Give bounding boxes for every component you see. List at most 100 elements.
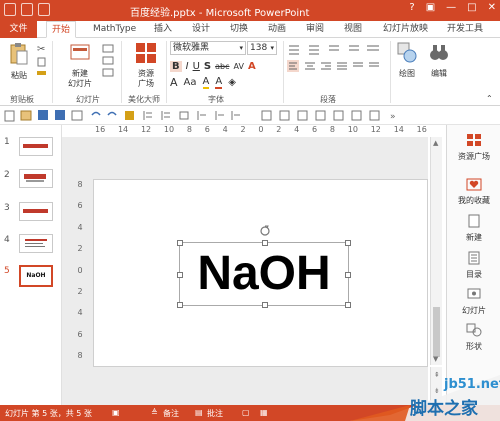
slide-thumbnail-5[interactable]: NaOH [19, 265, 53, 287]
tab-review[interactable]: 审阅 [306, 21, 324, 38]
rp-favorites[interactable]: 我的收藏 [447, 177, 500, 206]
help-button[interactable]: ? [409, 2, 414, 13]
slide-number: 5 [4, 266, 10, 276]
rotate-handle-icon[interactable] [259, 225, 271, 237]
group-font-label: 字体 [208, 95, 224, 104]
underline-button[interactable]: U [193, 61, 200, 72]
app-icon[interactable] [4, 3, 16, 16]
clipboard-tools-icon[interactable]: ✂ [36, 42, 48, 82]
slide-canvas[interactable]: NaOH [93, 179, 428, 367]
resize-handle[interactable] [177, 240, 183, 246]
vertical-scrollbar[interactable]: ▲ ▼ [430, 137, 442, 365]
normal-view-icon[interactable]: ▢ [242, 408, 250, 417]
separator [390, 41, 391, 103]
ruler-tick: 8 [77, 180, 83, 189]
slide-thumbnail-2[interactable] [19, 169, 53, 188]
svg-text:✂: ✂ [37, 44, 45, 55]
rp-label: 幻灯片 [462, 306, 486, 315]
editing-button[interactable]: 编辑 [426, 42, 452, 79]
spellcheck-icon[interactable]: ▣ [112, 408, 120, 417]
toolbar-icons[interactable] [4, 109, 244, 122]
tab-transitions[interactable]: 切换 [230, 21, 248, 38]
minimize-button[interactable]: — [446, 2, 456, 13]
scroll-up-icon[interactable]: ▲ [433, 139, 438, 147]
text-box[interactable]: NaOH [177, 225, 351, 308]
ruler-tick: 14 [117, 125, 129, 134]
slide-sorter-icon[interactable]: ▦ [260, 408, 268, 417]
ruler-tick: 0 [77, 265, 83, 275]
ruler-tick: 16 [416, 125, 427, 134]
comments-button[interactable]: 批注 [207, 408, 223, 419]
ribbon-tabs: 文件 开始 MathType 插入 设计 切换 动画 审阅 视图 幻灯片放映 开… [0, 21, 500, 38]
group-beautify-label: 美化大师 [128, 95, 160, 104]
slide-thumbnail-3[interactable] [19, 202, 53, 221]
save-icon[interactable] [21, 3, 33, 16]
tab-file[interactable]: 文件 [0, 21, 37, 38]
ruler-tick: 6 [204, 125, 210, 134]
slide-layout-icon[interactable] [102, 44, 114, 80]
resize-handle[interactable] [262, 240, 268, 246]
resize-handle[interactable] [345, 240, 351, 246]
resource-grid-icon [467, 134, 481, 146]
ruler-tick: 4 [77, 222, 83, 232]
tab-mathtype[interactable]: MathType [93, 21, 136, 38]
tab-view[interactable]: 视图 [344, 21, 362, 38]
increase-font-button[interactable]: A [170, 76, 178, 89]
shadow-button[interactable]: S [204, 61, 211, 72]
highlight-button[interactable]: A [202, 76, 210, 89]
scrollbar-thumb[interactable] [433, 307, 440, 357]
close-button[interactable]: ✕ [488, 2, 496, 13]
char-spacing-button[interactable]: AV [234, 62, 244, 71]
font-color-button[interactable]: A [215, 76, 223, 89]
strikethrough-button[interactable]: abc [215, 62, 229, 71]
clear-format-button[interactable]: A [248, 61, 256, 72]
rp-shapes[interactable]: 形状 [447, 323, 500, 352]
slide-number: 4 [4, 235, 10, 245]
chevron-down-icon: ▾ [270, 44, 274, 52]
ruler-tick: 4 [222, 125, 228, 134]
rp-new[interactable]: 新建 [447, 214, 500, 243]
toolbar-icons-2[interactable]: » [260, 109, 410, 122]
tab-design[interactable]: 设计 [192, 21, 210, 38]
rp-catalog[interactable]: 目录 [447, 251, 500, 280]
tab-slideshow[interactable]: 幻灯片放映 [383, 21, 428, 38]
thumbnail-graphic [25, 239, 47, 247]
tab-home[interactable]: 开始 [46, 21, 77, 38]
notes-button[interactable]: 备注 [163, 408, 179, 419]
resource-square-button[interactable]: 资源 广场 [131, 42, 161, 89]
slide-text[interactable]: NaOH [180, 243, 348, 305]
drawing-button[interactable]: 绘图 [394, 42, 420, 79]
ribbon-display-button[interactable]: ▣ [426, 2, 435, 13]
font-size-box[interactable]: 138 ▾ [247, 41, 277, 55]
new-slide-button[interactable]: 新建 幻灯片 [63, 42, 97, 89]
rp-resource-square[interactable]: 资源广场 [447, 133, 500, 162]
change-case-button[interactable]: Aa [184, 77, 197, 88]
watermark-name: 脚本之家 [410, 399, 478, 419]
maximize-button[interactable]: □ [467, 2, 476, 13]
resize-handle[interactable] [177, 302, 183, 308]
slide-thumbnail-1[interactable] [19, 137, 53, 156]
resize-handle[interactable] [345, 302, 351, 308]
list-icon [468, 251, 480, 265]
tab-insert[interactable]: 插入 [154, 21, 172, 38]
undo-icon[interactable] [38, 3, 50, 16]
resize-handle[interactable] [177, 272, 183, 278]
group-paragraph-label: 段落 [320, 95, 336, 104]
bold-button[interactable]: B [170, 60, 182, 72]
slide-icon [467, 288, 481, 299]
tab-animations[interactable]: 动画 [268, 21, 286, 38]
slide-thumbnail-4[interactable] [19, 234, 53, 253]
scroll-down-icon[interactable]: ▼ [433, 355, 438, 363]
effects-button[interactable]: ◈ [228, 77, 236, 88]
rp-slides[interactable]: 幻灯片 [447, 287, 500, 316]
ruler-tick: 16 [95, 125, 106, 134]
paste-button[interactable]: 粘贴 [6, 42, 32, 81]
resize-handle[interactable] [262, 302, 268, 308]
shapes-icon [466, 323, 482, 337]
collapse-ribbon-icon[interactable]: ⌃ [486, 94, 493, 103]
tab-developer[interactable]: 开发工具 [447, 21, 483, 38]
italic-button[interactable]: I [186, 61, 189, 72]
font-name-box[interactable]: 微软雅黑 ▾ [170, 41, 246, 55]
resize-handle[interactable] [345, 272, 351, 278]
paragraph-icons[interactable] [287, 42, 387, 88]
